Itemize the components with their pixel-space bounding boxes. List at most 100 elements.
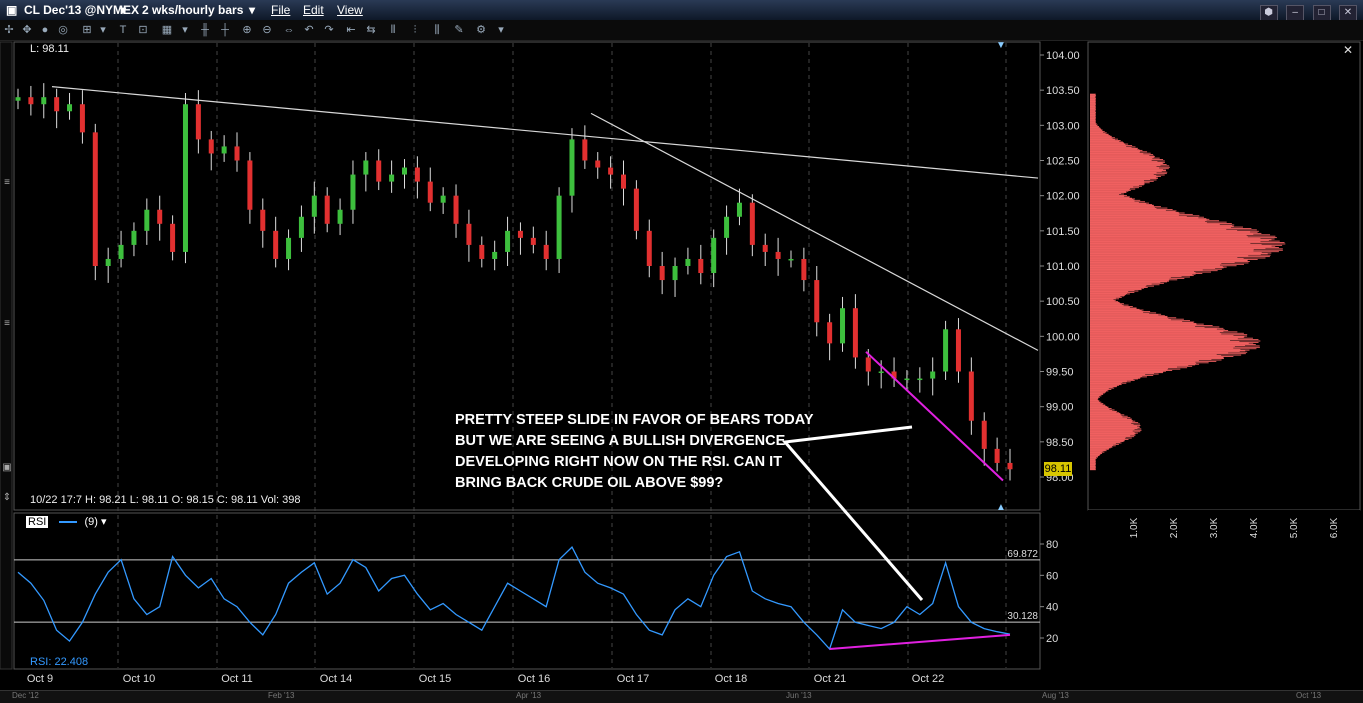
- candle-body: [530, 237, 536, 245]
- candle-body: [852, 308, 858, 358]
- candle-body: [968, 371, 974, 421]
- candle-body: [92, 132, 98, 266]
- rsi-lower-band-label: 30.128: [1007, 611, 1038, 622]
- candle-body: [208, 139, 214, 154]
- x-tick-label: Oct 15: [419, 673, 451, 685]
- candle-body: [517, 230, 523, 238]
- scroll-handle-icon[interactable]: ≡: [4, 177, 10, 188]
- candle-body: [273, 230, 279, 259]
- scroll-up-marker-icon[interactable]: ▼: [996, 40, 1006, 51]
- candle-body: [286, 237, 292, 259]
- rsi-tick-label: 60: [1046, 570, 1058, 582]
- y-tick-label: 102.00: [1046, 191, 1080, 203]
- candle-body: [698, 258, 704, 274]
- candle-body: [234, 146, 240, 161]
- time-scroller[interactable]: Dec '12 Feb '13 Apr '13 Jun '13 Aug '13 …: [0, 690, 1363, 703]
- scroller-label: Oct '13: [1296, 691, 1322, 700]
- vertical-scrollbar[interactable]: [0, 41, 13, 670]
- x-tick-label: Oct 10: [123, 673, 155, 685]
- candle-body: [298, 216, 304, 238]
- scroll-down-marker-icon[interactable]: ▲: [996, 502, 1006, 513]
- rsi-tick-label: 40: [1046, 602, 1058, 614]
- rsi-panel: [13, 512, 1041, 670]
- candle-body: [621, 174, 627, 189]
- scroller-label: Dec '12: [12, 691, 39, 700]
- candle-body: [453, 195, 459, 224]
- scroll-handle-icon[interactable]: ≡: [4, 318, 10, 329]
- x-tick-label: Oct 22: [912, 673, 944, 685]
- chart-canvas[interactable]: ≡ ≡ ▣ ⇕ ✕ ▼ ▲ 104.00 103.50 103.00 102.50 10…: [0, 0, 1363, 690]
- candle-body: [749, 202, 755, 245]
- scroller-label: Feb '13: [268, 691, 295, 700]
- candle-body: [389, 174, 395, 182]
- candle-body: [466, 223, 472, 245]
- candle-body: [144, 209, 150, 231]
- resize-icon[interactable]: ⇕: [3, 492, 11, 503]
- candle-body: [401, 167, 407, 175]
- chevron-down-icon[interactable]: ▾: [101, 516, 107, 528]
- candle-body: [221, 146, 227, 154]
- candle-body: [814, 280, 820, 323]
- candle-body: [414, 167, 420, 182]
- candle-body: [440, 195, 446, 203]
- x-tick-label: Oct 16: [518, 673, 550, 685]
- y-tick-label: 103.00: [1046, 120, 1080, 132]
- candle-body: [904, 378, 910, 381]
- candle-body: [363, 160, 369, 175]
- rsi-title[interactable]: RSI: [26, 516, 49, 528]
- rsi-upper-band-label: 69.872: [1007, 549, 1038, 560]
- last-price-tag: 98.11: [1044, 462, 1072, 476]
- volume-tick-label: 5.0K: [1289, 517, 1300, 538]
- y-tick-label: 100.50: [1046, 296, 1080, 308]
- y-tick-label: 104.00: [1046, 50, 1080, 62]
- y-tick-label: 102.50: [1046, 156, 1080, 168]
- candle-body: [337, 209, 343, 224]
- candle-body: [762, 244, 768, 252]
- x-tick-label: Oct 17: [617, 673, 649, 685]
- candle-body: [556, 195, 562, 259]
- candle-body: [170, 223, 176, 252]
- candle-body: [28, 97, 34, 105]
- annotation-text: PRETTY STEEP SLIDE IN FAVOR OF BEARS TOD…: [455, 412, 814, 491]
- candle-body: [505, 230, 511, 252]
- scroller-label: Apr '13: [516, 691, 542, 700]
- candle-body: [492, 251, 498, 259]
- scroller-label: Jun '13: [786, 691, 812, 700]
- y-tick-label: 100.00: [1046, 331, 1080, 343]
- y-tick-label: 98.50: [1046, 437, 1074, 449]
- candle-body: [582, 139, 588, 161]
- candle-body: [930, 371, 936, 379]
- last-price-label: L: 98.11: [30, 43, 69, 55]
- candle-body: [633, 188, 639, 231]
- ohlc-readout: 10/22 17:7 H: 98.21 L: 98.11 O: 98.15 C:…: [30, 494, 301, 506]
- volume-profile-bar: [1090, 469, 1096, 471]
- volume-tick-label: 6.0K: [1329, 517, 1340, 538]
- rsi-tick-label: 20: [1046, 633, 1058, 645]
- candle-body: [311, 195, 317, 217]
- candle-body: [157, 209, 163, 224]
- candle-body: [865, 357, 871, 372]
- candle-body: [981, 420, 987, 449]
- candle-body: [711, 237, 717, 274]
- candle-body: [79, 104, 85, 133]
- candle-body: [724, 216, 730, 238]
- y-tick-label: 101.50: [1046, 226, 1080, 238]
- candle-body: [659, 266, 665, 281]
- close-icon[interactable]: ✕: [1343, 43, 1353, 57]
- candle-body: [955, 329, 961, 372]
- candle-body: [54, 97, 60, 112]
- x-tick-label: Oct 9: [27, 673, 53, 685]
- rsi-tick-label: 80: [1046, 539, 1058, 551]
- candle-body: [801, 258, 807, 281]
- candle-body: [376, 160, 382, 182]
- rsi-legend: RSI (9) ▾: [26, 515, 107, 528]
- candle-body: [350, 174, 356, 210]
- scroll-handle-icon[interactable]: ▣: [2, 462, 11, 473]
- y-tick-label: 99.50: [1046, 367, 1074, 379]
- candle-body: [182, 104, 188, 252]
- candle-body: [247, 160, 253, 210]
- candle-body: [595, 160, 601, 168]
- candle-body: [685, 258, 691, 266]
- y-tick-label: 101.00: [1046, 261, 1080, 273]
- candle-body: [943, 329, 949, 372]
